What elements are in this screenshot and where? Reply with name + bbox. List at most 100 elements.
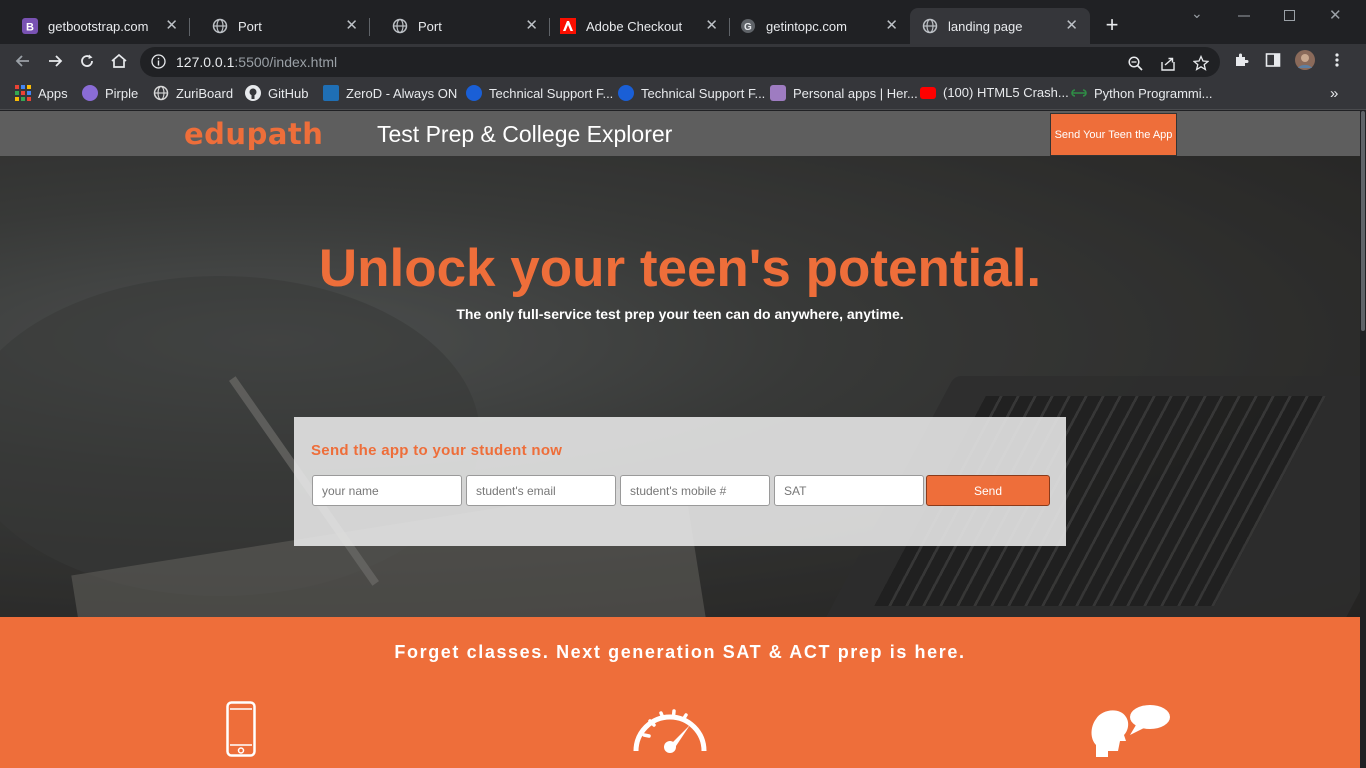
page-scrollbar[interactable] — [1360, 111, 1366, 768]
minimize-button[interactable] — [1238, 8, 1250, 24]
mobile-input[interactable] — [620, 475, 770, 506]
email-input[interactable] — [466, 475, 616, 506]
close-tab-icon[interactable]: ✕ — [1065, 18, 1078, 34]
globe-icon — [212, 18, 228, 34]
bookmark-python-programming[interactable]: Python Programmi... — [1071, 85, 1213, 101]
features-title: Forget classes. Next generation SAT & AC… — [394, 642, 966, 662]
tab-title: Port — [418, 18, 442, 34]
features-section: Forget classes. Next generation SAT & AC… — [0, 617, 1360, 768]
tab-title: getbootstrap.com — [48, 18, 149, 34]
send-button[interactable]: Send — [926, 475, 1050, 506]
mobile-phone-icon — [226, 695, 256, 763]
tab-adobe-checkout[interactable]: Adobe Checkout ✕ — [550, 8, 730, 44]
bookmark-pirple[interactable]: Pirple — [82, 85, 138, 101]
close-tab-icon[interactable]: ✕ — [165, 18, 178, 34]
bookmark-label: GitHub — [268, 85, 309, 101]
heroku-icon — [770, 85, 786, 101]
close-window-button[interactable]: ✕ — [1329, 6, 1342, 24]
browser-toolbar: 127.0.0.1:5500/index.html — [0, 44, 1366, 78]
bookmark-label: (100) HTML5 Crash... — [943, 85, 1069, 100]
bookmark-apps[interactable]: Apps — [15, 85, 68, 101]
pirple-icon — [82, 85, 98, 101]
bootstrap-icon: B — [22, 18, 38, 34]
g-icon: G — [740, 18, 756, 34]
tab-title: Adobe Checkout — [586, 18, 683, 34]
bookmark-label: Personal apps | Her... — [793, 85, 918, 101]
bookmark-personal-apps[interactable]: Personal apps | Her... — [770, 85, 918, 101]
profile-avatar-icon[interactable] — [1295, 50, 1315, 70]
svg-text:G: G — [744, 22, 752, 33]
svg-text:B: B — [26, 22, 34, 34]
bookmark-html5-crash[interactable]: (100) HTML5 Crash... — [920, 85, 1069, 100]
close-tab-icon[interactable]: ✕ — [525, 18, 538, 34]
home-button[interactable] — [108, 50, 130, 72]
bookmarks-bar: Apps Pirple ZuriBoard GitHub ZeroD - Alw… — [0, 78, 1366, 110]
bookmark-label: Pirple — [105, 85, 139, 101]
forward-arrow-icon — [49, 55, 63, 67]
test-type-input[interactable] — [774, 475, 924, 506]
url-host: 127.0.0.1 — [176, 54, 235, 70]
send-app-form: Send the app to your student now Send — [294, 417, 1066, 546]
site-logo[interactable]: edupath — [184, 117, 323, 151]
tab-getintopc[interactable]: G getintopc.com ✕ — [730, 8, 910, 44]
hero-subtitle: The only full-service test prep your tee… — [456, 306, 904, 322]
hero-section: Unlock your teen's potential. The only f… — [0, 156, 1360, 617]
github-icon — [245, 85, 261, 101]
extensions-icon[interactable] — [1232, 51, 1250, 69]
side-panel-icon[interactable] — [1264, 51, 1282, 69]
tab-port-1[interactable]: Port ✕ — [190, 8, 370, 44]
tab-landing-page[interactable]: landing page ✕ — [910, 8, 1090, 44]
close-tab-icon[interactable]: ✕ — [885, 18, 898, 34]
url-text[interactable]: 127.0.0.1:5500/index.html — [176, 54, 337, 70]
maximize-button[interactable] — [1284, 8, 1295, 24]
back-button[interactable] — [12, 50, 34, 72]
tab-title: getintopc.com — [766, 18, 847, 34]
new-tab-button[interactable]: + — [1101, 14, 1123, 36]
name-input[interactable] — [312, 475, 462, 506]
bookmark-label: Python Programmi... — [1094, 85, 1213, 101]
tab-port-2[interactable]: Port ✕ — [370, 8, 550, 44]
bookmark-technical-support-2[interactable]: Technical Support F... — [618, 85, 765, 101]
adobe-icon — [560, 18, 576, 34]
close-tab-icon[interactable]: ✕ — [345, 18, 358, 34]
bookmark-label: ZuriBoard — [176, 85, 234, 101]
c-icon — [466, 85, 482, 101]
scrollbar-thumb[interactable] — [1361, 111, 1365, 331]
url-path: :5500/index.html — [234, 54, 338, 70]
menu-kebab-icon[interactable] — [1328, 51, 1346, 69]
bookmark-zuriboard[interactable]: ZuriBoard — [153, 85, 233, 101]
bookmark-zerod[interactable]: ZeroD - Always ON — [323, 85, 457, 101]
bookmark-star-icon[interactable] — [1192, 54, 1210, 72]
address-bar[interactable]: 127.0.0.1:5500/index.html — [140, 47, 1220, 77]
site-title: Test Prep & College Explorer — [377, 121, 673, 147]
bookmark-technical-support-1[interactable]: Technical Support F... — [466, 85, 613, 101]
share-icon[interactable] — [1159, 54, 1177, 72]
chat-bubble-icon — [1080, 693, 1180, 765]
site-header: edupath Test Prep & College Explorer Sen… — [0, 111, 1360, 156]
home-icon — [111, 53, 127, 68]
c-icon — [618, 85, 634, 101]
bookmark-label: Apps — [38, 85, 68, 101]
bookmark-label: Technical Support F... — [489, 85, 614, 101]
apps-grid-icon — [15, 85, 31, 101]
send-teen-app-button[interactable]: Send Your Teen the App — [1050, 113, 1177, 156]
zoom-icon[interactable] — [1126, 54, 1144, 72]
hero-overlay — [0, 156, 1360, 617]
globe-icon — [922, 18, 938, 34]
reload-button[interactable] — [76, 50, 98, 72]
more-bookmarks-icon[interactable]: » — [1330, 85, 1338, 102]
close-tab-icon[interactable]: ✕ — [705, 18, 718, 34]
globe-icon — [392, 18, 408, 34]
reload-icon — [81, 54, 93, 67]
tab-search-icon[interactable]: ⌄ — [1191, 5, 1203, 22]
form-heading: Send the app to your student now — [311, 442, 563, 459]
bookmark-github[interactable]: GitHub — [245, 85, 308, 101]
forward-button[interactable] — [44, 50, 66, 72]
youtube-icon — [920, 86, 936, 99]
bookmark-label: ZeroD - Always ON — [346, 85, 458, 101]
tab-getbootstrap[interactable]: B getbootstrap.com ✕ — [0, 8, 190, 44]
back-arrow-icon — [15, 55, 29, 67]
bookmark-label: Technical Support F... — [641, 85, 766, 101]
site-info-icon[interactable] — [151, 54, 166, 74]
zuri-icon — [153, 85, 169, 101]
